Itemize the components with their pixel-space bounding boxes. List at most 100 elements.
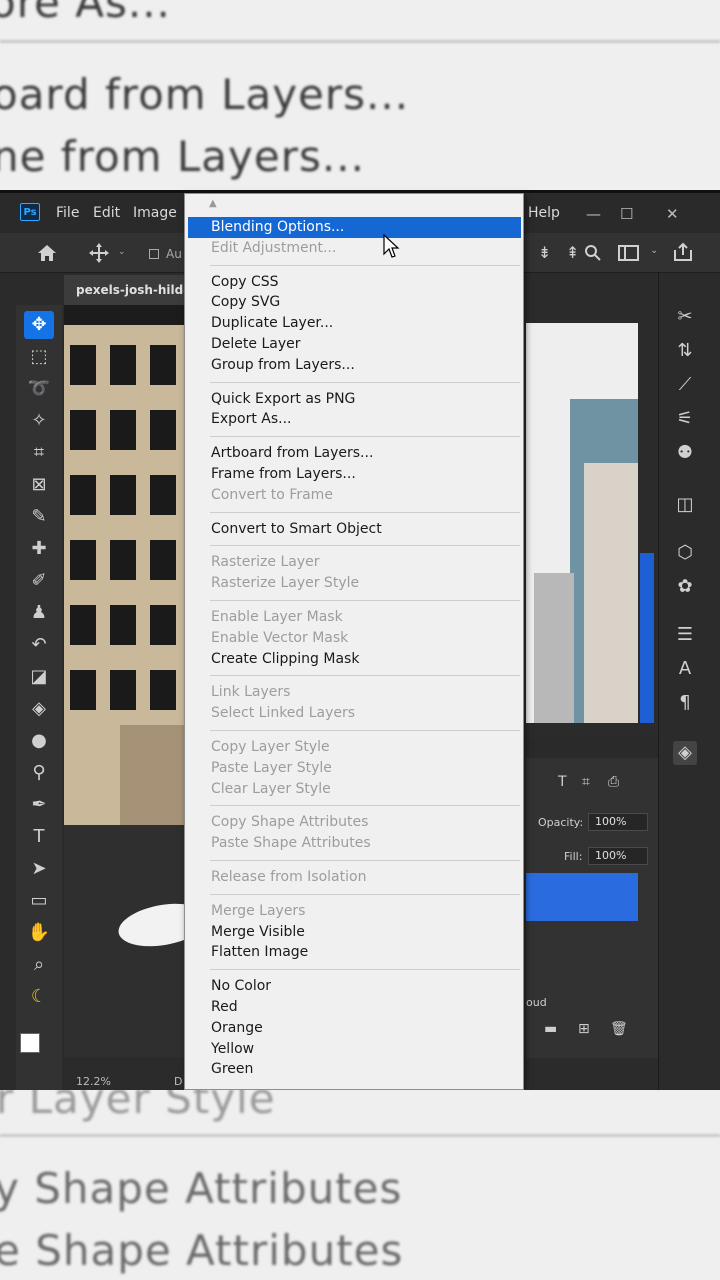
distribute-icon[interactable]: ⇞ [566, 243, 579, 262]
wall-shape [120, 725, 186, 835]
chevron-down-icon[interactable]: ⌄ [118, 247, 126, 257]
brush-tool-icon[interactable]: ✐ [24, 567, 54, 595]
pen-tool-icon[interactable]: ✒ [24, 791, 54, 819]
scroll-up-arrow-icon[interactable]: ▲ [209, 198, 217, 209]
zoom-text-top-2: oard from Layers... [0, 70, 410, 119]
menu-item-convert-to-smart-object[interactable]: Convert to Smart Object [188, 519, 521, 540]
menu-item-frame-from-layers[interactable]: Frame from Layers... [188, 464, 521, 485]
menu-item-select-linked-layers: Select Linked Layers [211, 705, 356, 722]
blur-tool-icon[interactable]: ● [24, 727, 54, 755]
shape-layer-filter-icon[interactable]: ⌗ [582, 774, 590, 790]
maximize-button[interactable]: ☐ [620, 205, 633, 223]
move-tool-icon[interactable]: ✥ [24, 311, 54, 339]
home-icon[interactable] [36, 243, 58, 263]
text-layer-filter-icon[interactable]: T [558, 774, 567, 790]
layers-panel: T ⌗ ⎙ Opacity: 100% Fill: 100% oud ▬ ⊞ 🗑 [526, 738, 658, 1058]
menu-item-group-from-layers[interactable]: Group from Layers... [188, 355, 521, 376]
menu-item-copy-css[interactable]: Copy CSS [188, 272, 521, 293]
document-canvas-right[interactable] [526, 323, 638, 723]
workspace-icon[interactable] [618, 244, 640, 262]
paragraph-icon[interactable]: ¶ [673, 691, 697, 715]
healing-brush-tool-icon[interactable]: ✚ [24, 535, 54, 563]
minimize-button[interactable]: — [586, 205, 601, 223]
layers-icon[interactable]: ◈ [673, 741, 697, 765]
workspace-chevron-icon[interactable]: ⌄ [650, 245, 658, 256]
fill-field[interactable]: 100% [588, 847, 648, 865]
magic-wand-tool-icon[interactable]: ✧ [24, 407, 54, 435]
marquee-tool-icon[interactable]: ⬚ [24, 343, 54, 371]
move-tool-options-icon[interactable] [88, 242, 110, 264]
menu-help[interactable]: Help [528, 205, 560, 221]
menu-image[interactable]: Image [133, 205, 177, 221]
menu-item-copy-svg[interactable]: Copy SVG [188, 292, 521, 313]
menu-item-delete-layer[interactable]: Delete Layer [188, 334, 521, 355]
new-layer-icon[interactable]: ⊞ [578, 1021, 590, 1037]
trash-icon[interactable]: 🗑 [610, 1021, 628, 1037]
menu-item-red[interactable]: Red [188, 997, 521, 1018]
edit-toolbar-icon[interactable]: ☾ [24, 983, 54, 1011]
menu-item-yellow[interactable]: Yellow [188, 1039, 521, 1060]
eraser-tool-icon[interactable]: ◪ [24, 663, 54, 691]
tools-settings-icon[interactable]: ✂ [673, 305, 697, 329]
dodge-tool-icon[interactable]: ⚲ [24, 759, 54, 787]
layer-name-fragment: oud [526, 996, 547, 1009]
frame-tool-icon[interactable]: ⊠ [24, 471, 54, 499]
menu-edit[interactable]: Edit [93, 205, 120, 221]
menu-item-flatten-image[interactable]: Flatten Image [188, 942, 521, 963]
menu-item-green[interactable]: Green [188, 1059, 521, 1080]
brush-settings-icon[interactable]: ⟋ [673, 373, 697, 397]
smart-object-filter-icon[interactable]: ⎙ [608, 774, 619, 790]
close-window-button[interactable]: ✕ [666, 205, 679, 223]
menu-item-release-from-isolation: Release from Isolation [211, 869, 367, 885]
paragraph-styles-icon[interactable]: ⇅ [673, 339, 697, 363]
rectangle-tool-icon[interactable]: ▭ [24, 887, 54, 915]
clone-stamp-tool-icon[interactable]: ♟ [24, 599, 54, 627]
selected-layer-row[interactable] [526, 873, 638, 921]
channels-icon[interactable]: ⚟ [673, 407, 697, 431]
menu-item-quick-export-as-png[interactable]: Quick Export as PNG [188, 389, 521, 410]
stamp-icon[interactable]: ⚉ [673, 441, 697, 465]
menu-item-export-as[interactable]: Export As... [188, 409, 521, 430]
menu-item-enable-vector-mask: Enable Vector Mask [211, 629, 349, 646]
document-canvas[interactable] [64, 305, 186, 1057]
type-tool-icon[interactable]: T [24, 823, 54, 851]
menu-item-no-color[interactable]: No Color [188, 976, 521, 997]
menu-item-clear-layer-style: Clear Layer Style [211, 780, 331, 797]
menu-item-merge-visible[interactable]: Merge Visible [188, 922, 521, 943]
hand-tool-icon[interactable]: ✋ [24, 919, 54, 947]
search-icon[interactable] [584, 244, 602, 262]
menu-item-create-clipping-mask[interactable]: Create Clipping Mask [188, 649, 521, 670]
lasso-tool-icon[interactable]: ➰ [24, 375, 54, 403]
folder-icon[interactable]: ▬ [544, 1021, 557, 1037]
menu-item-orange[interactable]: Orange [188, 1018, 521, 1039]
auto-select-checkbox[interactable] [149, 249, 159, 259]
menu-item-rasterize-layer: Rasterize Layer [211, 554, 320, 571]
menu-item-artboard-from-layers[interactable]: Artboard from Layers... [188, 443, 521, 464]
right-icon-panel: ✂ ⇅ ⟋ ⚟ ⚉ ◫ ⬡ ✿ ☰ A ¶ ◈ [658, 273, 720, 1090]
paint-bucket-tool-icon[interactable]: ◈ [24, 695, 54, 723]
menu-item-duplicate-layer[interactable]: Duplicate Layer... [188, 313, 521, 334]
align-icon[interactable]: ⇟ [538, 243, 551, 262]
share-icon[interactable] [672, 242, 694, 262]
eyedropper-tool-icon[interactable]: ✎ [24, 503, 54, 531]
3d-cube-icon[interactable]: ⬡ [673, 541, 697, 565]
menu-file[interactable]: File [56, 205, 79, 221]
history-brush-tool-icon[interactable]: ↶ [24, 631, 54, 659]
menu-item-blending-options[interactable]: Blending Options... [188, 217, 521, 238]
libraries-icon[interactable]: ◫ [673, 493, 697, 517]
path-selection-tool-icon[interactable]: ➤ [24, 855, 54, 883]
zoom-tool-icon[interactable]: ⌕ [24, 951, 54, 979]
opacity-field[interactable]: 100% [588, 813, 648, 831]
menu-separator [210, 730, 520, 731]
scrollbar-accent[interactable] [640, 553, 654, 723]
adjustments-icon[interactable]: ☰ [673, 623, 697, 647]
zoom-text-bottom-3: e Shape Attributes [0, 1226, 404, 1275]
zoom-divider-top [0, 40, 720, 43]
menu-separator [210, 805, 520, 807]
menu-item-paste-shape-attributes: Paste Shape Attributes [211, 835, 371, 852]
color-circles-icon[interactable]: ✿ [673, 575, 697, 599]
menu-separator [210, 860, 520, 861]
crop-tool-icon[interactable]: ⌗ [24, 439, 54, 467]
character-icon[interactable]: A [673, 657, 697, 681]
foreground-color-swatch[interactable] [20, 1033, 40, 1053]
